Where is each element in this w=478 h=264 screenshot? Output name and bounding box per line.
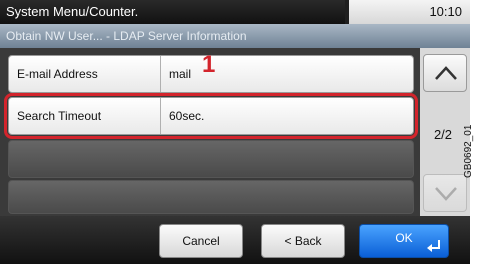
row-value: mail	[169, 67, 192, 81]
figure-code: GB0692_01	[463, 124, 474, 178]
header-title: System Menu/Counter.	[0, 0, 345, 24]
cancel-button[interactable]: Cancel	[159, 224, 243, 258]
scroll-down-button[interactable]	[423, 174, 467, 212]
row-empty	[8, 180, 414, 214]
chevron-down-icon	[435, 187, 457, 201]
enter-icon	[427, 240, 440, 252]
row-label: E-mail Address	[9, 56, 161, 92]
callout-number: 1	[202, 51, 216, 78]
header-clock: 10:10	[349, 0, 470, 24]
panel-screen: System Menu/Counter. 10:10 Obtain NW Use…	[0, 0, 470, 264]
chevron-up-icon	[435, 66, 457, 80]
back-button[interactable]: < Back	[261, 224, 345, 258]
ok-label: OK	[395, 231, 413, 245]
scroll-up-button[interactable]	[423, 54, 467, 92]
breadcrumb: Obtain NW User... - LDAP Server Informat…	[0, 24, 470, 48]
highlight-frame	[4, 93, 418, 139]
ok-button[interactable]: OK	[359, 224, 449, 258]
page-indicator: 2/2	[433, 127, 453, 142]
row-empty	[8, 140, 414, 178]
footer-bar: Cancel < Back OK	[0, 216, 470, 264]
